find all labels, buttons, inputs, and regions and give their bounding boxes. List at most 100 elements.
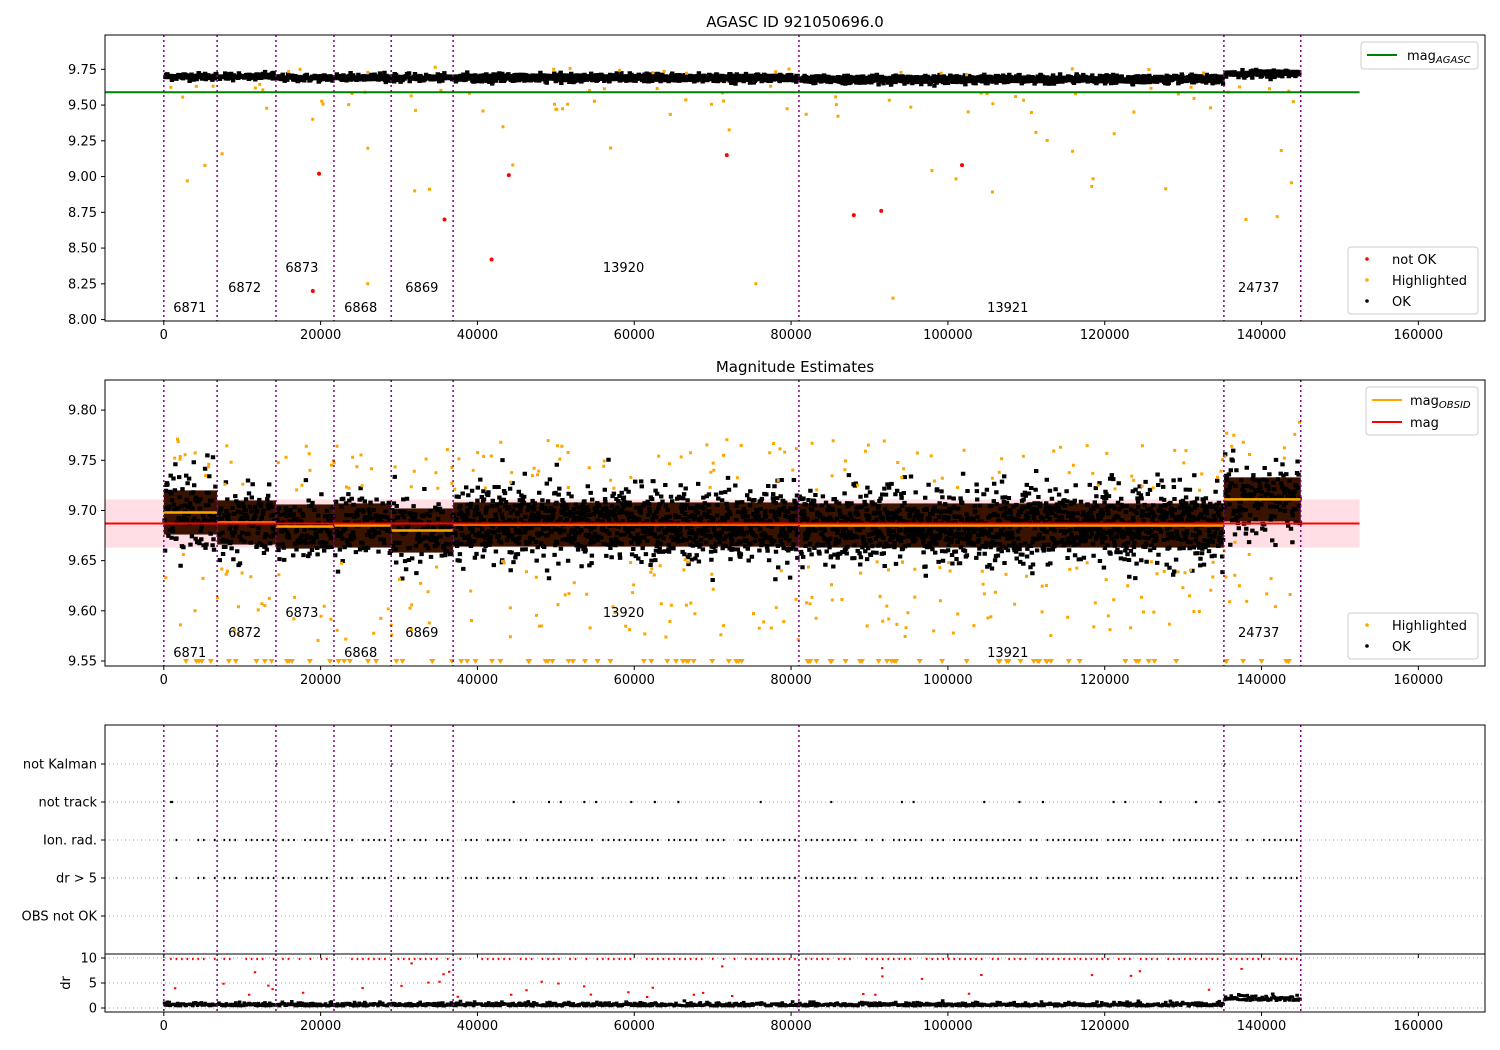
- panel2-xtick-label: 20000: [300, 673, 341, 688]
- dr-axis-label: dr: [59, 976, 74, 990]
- legend-label: not OK: [1392, 253, 1437, 268]
- legend-marker: [1365, 644, 1369, 648]
- not-ok-point: [442, 217, 447, 222]
- panel4-xtick-label: 20000: [300, 1019, 341, 1034]
- panel1-obsid-label: 6869: [405, 281, 438, 296]
- panel2-title: Magnitude Estimates: [716, 358, 874, 376]
- panel1-ytick-label: 9.50: [68, 99, 97, 114]
- panel1-obsid-label: 6873: [285, 261, 318, 276]
- panel2-legend-points: Highlighted OK: [1347, 612, 1479, 660]
- panel4-ytick-label: 5: [89, 977, 97, 992]
- panel2-obsid-label: 6869: [405, 626, 438, 641]
- panel1-obsid-label: 13920: [603, 261, 644, 276]
- highlighted-points: [169, 65, 1295, 300]
- panel4-xtick-label: 60000: [614, 1019, 655, 1034]
- panel1-title: AGASC ID 921050696.0: [706, 13, 884, 31]
- not-ok-point: [506, 173, 511, 178]
- panel-magnitude-estimates: Magnitude Estimates 6871 6872 6873 6868 6869…: [68, 358, 1486, 688]
- panel1-ytick-label: 8.75: [68, 206, 97, 221]
- panel2-ytick-label: 9.75: [68, 454, 97, 469]
- panel4-xtick-label: 140000: [1237, 1019, 1287, 1034]
- panel2-xtick-label: 120000: [1080, 673, 1130, 688]
- flag-category-label: not Kalman: [23, 758, 97, 773]
- panel1-ytick-label: 8.25: [68, 277, 97, 292]
- panel2-ytick-label: 9.65: [68, 554, 97, 569]
- panel1-ytick-label: 9.75: [68, 63, 97, 78]
- panel2-xtick-label: 40000: [457, 673, 498, 688]
- not-ok-point: [317, 171, 322, 176]
- not-ok-point: [724, 153, 729, 158]
- panel-flags: not Kalman not track Ion. rad. dr > 5 OBS no…: [22, 724, 1486, 958]
- panel2-xtick-label: 100000: [923, 673, 973, 688]
- panel2-xtick-label: 160000: [1394, 673, 1444, 688]
- not-ok-point: [489, 257, 494, 262]
- legend-label: Highlighted: [1392, 274, 1467, 289]
- figure: AGASC ID 921050696.0 6871 6872 6873 6868 686…: [22, 13, 1486, 1034]
- legend-subscript: AGASC: [1435, 55, 1471, 66]
- panel1-ytick-label: 8.50: [68, 242, 97, 257]
- panel1-obsid-label: 13921: [987, 301, 1028, 316]
- legend-label: OK: [1392, 295, 1411, 310]
- panel2-ytick-label: 9.60: [68, 604, 97, 619]
- legend-marker: [1365, 278, 1369, 282]
- panel2-data: 6871 6872 6873 6868 6869 13920 13921 24737: [105, 380, 1360, 666]
- panel2-xtick-label: 140000: [1237, 673, 1287, 688]
- panel1-obsid-label: 6868: [344, 301, 377, 316]
- not-ok-point: [310, 288, 315, 293]
- legend-marker: [1365, 623, 1369, 627]
- panel2-xtick-label: 80000: [770, 673, 811, 688]
- panel2-obsid-label: 24737: [1238, 626, 1279, 641]
- panel4-xtick-label: 100000: [923, 1019, 973, 1034]
- legend-label: OK: [1392, 640, 1411, 655]
- flag-category-label: OBS not OK: [22, 910, 98, 925]
- not-ok-point: [879, 208, 884, 213]
- panel1-legend-points: not OK Highlighted OK: [1347, 246, 1479, 315]
- panel2-legend-mags: magOBSIDmag: [1365, 386, 1479, 436]
- panel4-xtick-label: 0: [160, 1019, 168, 1034]
- panel1-xtick-label: 160000: [1394, 328, 1444, 343]
- panel2-obsid-label: 6872: [228, 626, 261, 641]
- panel1-xtick-label: 40000: [457, 328, 498, 343]
- legend-label: mag: [1410, 416, 1439, 431]
- panel1-xtick-label: 140000: [1237, 328, 1287, 343]
- panel4-xtick-label: 40000: [457, 1019, 498, 1034]
- panel1-data: 6871 6872 6873 6868 6869 13920 13921 24737: [105, 35, 1360, 321]
- panel1-xtick-label: 20000: [300, 328, 341, 343]
- panel1-xtick-label: 0: [160, 328, 168, 343]
- panel1-xtick-label: 120000: [1080, 328, 1130, 343]
- panel2-obsid-label: 13921: [987, 646, 1028, 661]
- legend-marker: [1365, 257, 1369, 261]
- panel3-axes: not Kalman not track Ion. rad. dr > 5 OBS no…: [22, 724, 1486, 958]
- panel-dr: 0 20000 40000 60000 80000 100000 120000 140000 1…: [59, 952, 1486, 1034]
- panel1-legend-mag-agasc: magAGASC: [1360, 41, 1479, 70]
- panel2-obsid-label: 6868: [344, 646, 377, 661]
- flag-category-label: dr > 5: [56, 872, 97, 887]
- flag-category-label: Ion. rad.: [43, 834, 97, 849]
- panel1-xtick-label: 80000: [770, 328, 811, 343]
- panel1-xtick-label: 60000: [614, 328, 655, 343]
- panel1-ytick-label: 8.00: [68, 313, 97, 328]
- flag-ion-rad-and-dr-marks: [175, 838, 1298, 880]
- panel1-xtick-label: 100000: [923, 328, 973, 343]
- panel2-ytick-label: 9.80: [68, 404, 97, 419]
- panel2-obsid-label: 13920: [603, 606, 644, 621]
- legend-label: Highlighted: [1392, 619, 1467, 634]
- panel1-obsid-label: 6872: [228, 281, 261, 296]
- ok-points: [163, 67, 1302, 88]
- panel2-obsid-label: 6873: [285, 606, 318, 621]
- panel3-data: [105, 725, 1485, 954]
- panel4-xtick-label: 80000: [770, 1019, 811, 1034]
- panel-agasc-mag: AGASC ID 921050696.0 6871 6872 6873 6868 686…: [68, 13, 1486, 343]
- legend-marker: [1365, 299, 1369, 303]
- panel1-ytick-label: 9.00: [68, 170, 97, 185]
- panel1-obsid-label: 6871: [173, 301, 206, 316]
- flag-category-label: not track: [38, 796, 97, 811]
- legend-subscript: OBSID: [1439, 400, 1471, 411]
- panel2-obsid-label: 6871: [173, 646, 206, 661]
- panel2-ytick-label: 9.70: [68, 504, 97, 519]
- panel2-xtick-label: 60000: [614, 673, 655, 688]
- panel4-xtick-label: 160000: [1394, 1019, 1444, 1034]
- panel1-obsid-label: 24737: [1238, 281, 1279, 296]
- panel2-xtick-label: 0: [160, 673, 168, 688]
- not-ok-point: [851, 213, 856, 218]
